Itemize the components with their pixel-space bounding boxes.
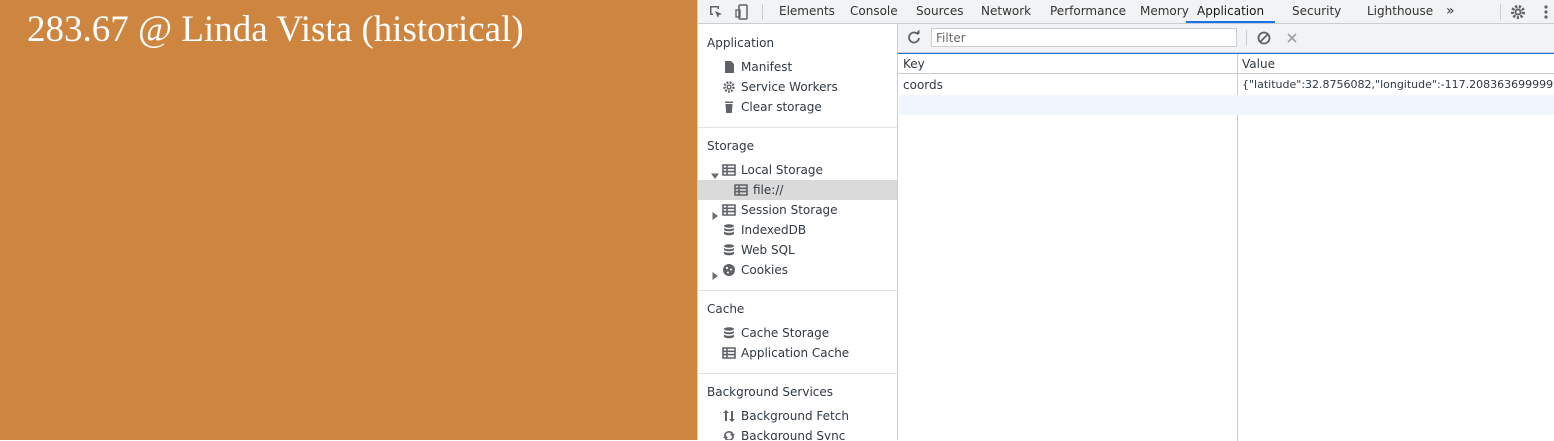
sidebar-item-cookies[interactable]: Cookies — [698, 260, 897, 280]
grid-table-icon — [722, 203, 736, 217]
sidebar-item-application-cache[interactable]: Application Cache — [698, 343, 897, 363]
sidebar-item-clear-storage[interactable]: Clear storage — [698, 97, 897, 117]
tab-security[interactable]: Security — [1292, 0, 1341, 23]
tab-network[interactable]: Network — [981, 0, 1031, 23]
row-key-cell[interactable]: coords — [903, 75, 1233, 95]
sidebar-item-manifest[interactable]: Manifest — [698, 57, 897, 77]
grid-table-icon — [722, 163, 736, 177]
grid-header: Key Value — [898, 54, 1554, 74]
sidebar-item-indexeddb[interactable]: IndexedDB — [698, 220, 897, 240]
sidebar-item-label: Background Fetch — [741, 409, 849, 423]
sidebar-item-label: Manifest — [741, 60, 793, 74]
toolbar-divider — [762, 4, 763, 20]
section-header-storage: Storage — [707, 139, 754, 153]
storage-data-grid: Key Value coords {"latitude":32.8756082,… — [898, 53, 1554, 441]
sidebar-item-label: Background Sync — [741, 429, 846, 440]
column-header-key[interactable]: Key — [903, 54, 925, 74]
sync-icon — [722, 429, 736, 440]
sidebar-item-session-storage[interactable]: Session Storage — [698, 200, 897, 220]
sidebar-item-local-storage[interactable]: Local Storage — [698, 160, 897, 180]
section-header-cache: Cache — [707, 302, 745, 316]
clear-all-icon[interactable] — [1255, 29, 1273, 47]
gear-icon — [722, 80, 736, 94]
refresh-icon[interactable] — [905, 29, 923, 47]
sidebar-item-file-origin[interactable]: file:// — [698, 180, 897, 200]
database-icon — [722, 223, 736, 237]
sidebar-item-label: file:// — [753, 183, 784, 197]
sidebar-item-label: Clear storage — [741, 100, 822, 114]
sidebar-item-label: Cookies — [741, 263, 788, 277]
more-tabs-button[interactable]: » — [1446, 0, 1455, 23]
device-toolbar-icon[interactable] — [733, 3, 751, 21]
sidebar-item-label: Cache Storage — [741, 326, 830, 340]
sidebar-item-service-workers[interactable]: Service Workers — [698, 77, 897, 97]
kebab-menu-icon[interactable] — [1537, 3, 1554, 21]
sidebar-item-cache-storage[interactable]: Cache Storage — [698, 323, 897, 343]
sidebar-item-background-fetch[interactable]: Background Fetch — [698, 406, 897, 426]
section-divider — [698, 127, 897, 128]
sidebar-item-label: Application Cache — [741, 346, 850, 360]
row-value-cell[interactable]: {"latitude":32.8756082,"longitude":-117.… — [1242, 75, 1554, 95]
tab-lighthouse[interactable]: Lighthouse — [1367, 0, 1433, 23]
sidebar-item-label: Session Storage — [741, 203, 838, 217]
sidebar-item-web-sql[interactable]: Web SQL — [698, 240, 897, 260]
expanded-arrow-icon[interactable] — [711, 166, 719, 179]
trash-icon — [722, 100, 736, 114]
page-title: 283.67 @ Linda Vista (historical) — [27, 9, 524, 50]
grid-table-icon — [734, 183, 748, 197]
devtools-panel: Elements Console Sources Network Perform… — [697, 0, 1554, 441]
column-header-value[interactable]: Value — [1242, 54, 1275, 74]
document-icon — [722, 60, 736, 74]
cookie-icon — [722, 263, 736, 277]
application-sidebar: Application Manifest Service Workers Cle… — [698, 24, 898, 440]
sidebar-item-label: IndexedDB — [741, 223, 807, 237]
tab-sources[interactable]: Sources — [916, 0, 963, 23]
sidebar-item-label: Web SQL — [741, 243, 795, 257]
tab-console[interactable]: Console — [850, 0, 898, 23]
collapsed-arrow-icon[interactable] — [711, 206, 719, 220]
sidebar-item-label: Service Workers — [741, 80, 838, 94]
toolbar-divider — [1246, 30, 1247, 46]
collapsed-arrow-icon[interactable] — [711, 266, 719, 280]
filter-input[interactable] — [931, 28, 1237, 47]
tab-performance[interactable]: Performance — [1050, 0, 1126, 23]
storage-toolbar — [898, 24, 1554, 53]
sidebar-item-background-sync[interactable]: Background Sync — [698, 426, 897, 440]
section-divider — [698, 373, 897, 374]
tab-application[interactable]: Application — [1186, 0, 1276, 23]
section-header-background-services: Background Services — [707, 385, 834, 399]
delete-selected-icon[interactable] — [1283, 29, 1301, 47]
sidebar-item-label: Local Storage — [741, 163, 823, 177]
section-divider — [698, 290, 897, 291]
inspect-element-icon[interactable] — [707, 3, 725, 21]
settings-gear-icon[interactable] — [1509, 3, 1527, 21]
grid-table-icon — [722, 346, 736, 360]
up-down-arrows-icon — [722, 409, 736, 423]
section-header-application: Application — [707, 36, 775, 50]
toolbar-divider — [1500, 4, 1501, 20]
database-icon — [722, 243, 736, 257]
tab-memory[interactable]: Memory — [1140, 0, 1189, 23]
inspected-page: 283.67 @ Linda Vista (historical) — [0, 0, 697, 440]
devtools-tabbar: Elements Console Sources Network Perform… — [698, 0, 1554, 24]
empty-new-row[interactable] — [899, 95, 1554, 115]
tab-elements[interactable]: Elements — [779, 0, 835, 23]
database-icon — [722, 326, 736, 340]
local-storage-view: Key Value coords {"latitude":32.8756082,… — [898, 24, 1554, 441]
